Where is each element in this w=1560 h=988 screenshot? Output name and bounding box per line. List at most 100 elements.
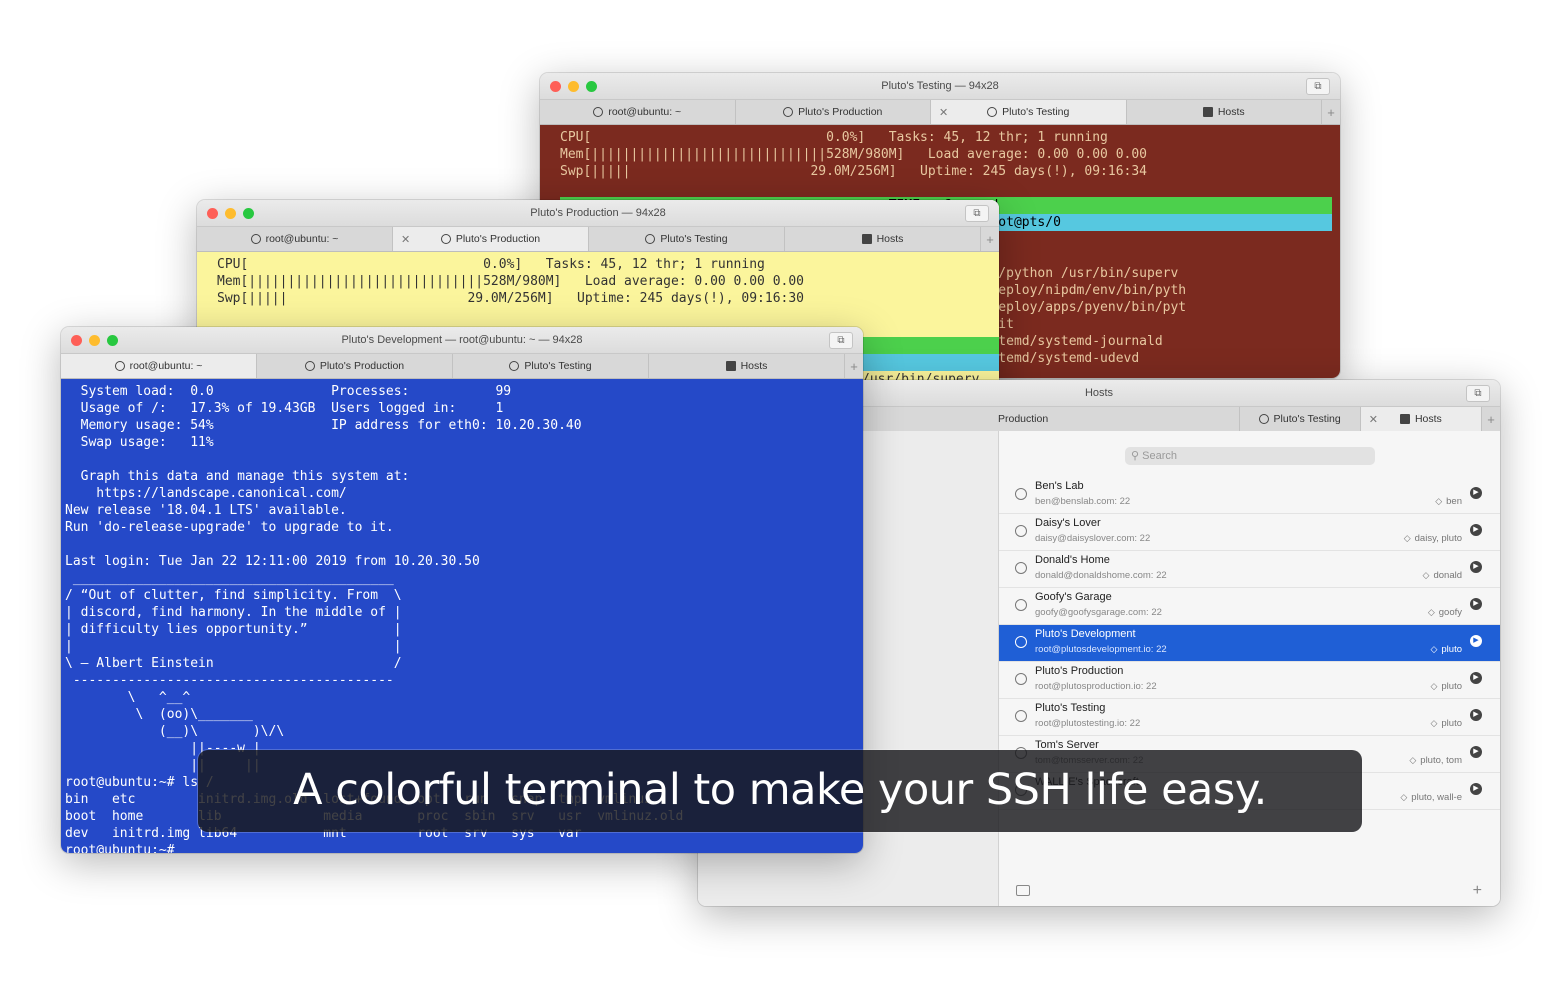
minimize-button[interactable] <box>89 335 100 346</box>
host-name: Donald's Home <box>1035 554 1110 566</box>
host-tags: pluto <box>1430 681 1462 692</box>
host-row[interactable]: Pluto's Production root@plutosproduction.… <box>999 662 1500 699</box>
minimize-button[interactable] <box>225 208 236 219</box>
connect-arrow-icon[interactable]: ▶ <box>1470 672 1482 684</box>
minimize-button[interactable] <box>568 81 579 92</box>
add-tab-button[interactable]: + <box>1322 100 1340 124</box>
host-address: root@plutosproduction.io: 22 <box>1035 681 1157 692</box>
gear-icon <box>1258 414 1269 424</box>
host-tags: goofy <box>1428 607 1462 618</box>
close-tab-icon[interactable]: ✕ <box>401 233 410 246</box>
tab-hosts[interactable]: Hosts <box>1127 100 1322 124</box>
server-icon <box>783 107 794 117</box>
terminal-line: root@ubuntu:~# <box>65 843 183 853</box>
connect-arrow-icon[interactable]: ▶ <box>1470 561 1482 573</box>
tab-bar: root@ubuntu: ~ Pluto's Production Pluto'… <box>61 353 863 379</box>
tab-production[interactable]: Pluto's Production <box>257 354 453 378</box>
restore-icon[interactable]: ⧉ <box>965 205 989 222</box>
add-tab-button[interactable]: + <box>981 227 999 251</box>
terminal-line: | | <box>65 639 402 654</box>
connect-arrow-icon[interactable]: ▶ <box>1470 487 1482 499</box>
tab-testing[interactable]: Pluto's Testing <box>589 227 785 251</box>
host-icon <box>1015 599 1027 611</box>
title-bar: Pluto's Testing — 94x28 ⧉ <box>540 73 1340 99</box>
sidebar-toggle-icon[interactable] <box>1016 885 1030 896</box>
connect-arrow-icon[interactable]: ▶ <box>1470 635 1482 647</box>
zoom-button[interactable] <box>243 208 254 219</box>
connect-arrow-icon[interactable]: ▶ <box>1470 783 1482 795</box>
close-button[interactable] <box>71 335 82 346</box>
gear-icon <box>509 361 520 371</box>
tab-hosts[interactable]: ✕ Hosts <box>1360 407 1482 431</box>
restore-icon[interactable]: ⧉ <box>829 332 853 349</box>
terminal-line: ----------------------------------------… <box>65 673 394 688</box>
tab-testing[interactable]: ✕ Pluto's Testing <box>931 100 1127 124</box>
tab-hosts[interactable]: Hosts <box>785 227 981 251</box>
connect-arrow-icon[interactable]: ▶ <box>1470 746 1482 758</box>
connect-arrow-icon[interactable]: ▶ <box>1470 524 1482 536</box>
restore-icon[interactable]: ⧉ <box>1466 385 1490 402</box>
terminal-line: \ ^__^ <box>65 690 191 705</box>
search-input[interactable]: ⚲ Search <box>1125 447 1375 465</box>
connect-arrow-icon[interactable]: ▶ <box>1470 709 1482 721</box>
terminal-line: / “Out of clutter, find simplicity. From… <box>65 588 402 603</box>
terminal-line: | discord, find harmony. In the middle o… <box>65 605 402 620</box>
restore-icon[interactable]: ⧉ <box>1306 78 1330 95</box>
host-name: Goofy's Garage <box>1035 591 1112 603</box>
hosts-icon <box>1399 414 1410 424</box>
tab-hosts[interactable]: Hosts <box>649 354 845 378</box>
gear-icon <box>645 234 656 244</box>
host-name: Pluto's Development <box>1035 628 1136 640</box>
add-tab-button[interactable]: + <box>1482 407 1500 431</box>
tab-root[interactable]: root@ubuntu: ~ <box>197 227 393 251</box>
tab-production[interactable]: Pluto's Production <box>736 100 931 124</box>
host-tags: pluto <box>1430 644 1462 655</box>
host-address: daisy@daisyslover.com: 22 <box>1035 533 1151 544</box>
host-row[interactable]: Goofy's Garage goofy@goofysgarage.com: 22… <box>999 588 1500 625</box>
host-icon <box>1015 488 1027 500</box>
host-row[interactable]: Daisy's Lover daisy@daisyslover.com: 22 da… <box>999 514 1500 551</box>
terminal-line: Swap usage: 11% <box>65 435 214 450</box>
tab-root[interactable]: root@ubuntu: ~ <box>540 100 736 124</box>
terminal-line: CPU[ 0.0%] Tasks: 45, 12 thr; 1 running <box>217 257 765 272</box>
server-icon <box>440 234 451 244</box>
window-title: Pluto's Testing — 94x28 <box>881 80 999 92</box>
host-icon <box>1015 673 1027 685</box>
terminal-line: (__)\ )\/\ <box>65 724 285 739</box>
process-line <box>862 337 999 354</box>
terminal-line: New release '18.04.1 LTS' available. <box>65 503 347 518</box>
zoom-button[interactable] <box>586 81 597 92</box>
hosts-icon <box>861 234 872 244</box>
host-row[interactable]: Donald's Home donald@donaldshome.com: 22 d… <box>999 551 1500 588</box>
terminal-line: https://landscape.canonical.com/ <box>65 486 347 501</box>
connect-arrow-icon[interactable]: ▶ <box>1470 598 1482 610</box>
terminal-line: Usage of /: 17.3% of 19.43GB Users logge… <box>65 401 504 416</box>
host-icon <box>1015 636 1027 648</box>
tab-testing[interactable]: Pluto's Testing <box>453 354 649 378</box>
window-title: Pluto's Production — 94x28 <box>530 207 666 219</box>
host-name: Pluto's Testing <box>1035 702 1106 714</box>
host-row[interactable]: Ben's Lab ben@benslab.com: 22 ben ▶ <box>999 477 1500 514</box>
close-tab-icon[interactable]: ✕ <box>1369 413 1378 426</box>
host-row[interactable]: Pluto's Development root@plutosdevelopmen… <box>999 625 1500 662</box>
host-icon <box>1015 710 1027 722</box>
zoom-button[interactable] <box>107 335 118 346</box>
ubuntu-icon <box>114 361 125 371</box>
host-name: Daisy's Lover <box>1035 517 1101 529</box>
title-bar: Pluto's Production — 94x28 ⧉ <box>197 200 999 226</box>
terminal-line: Mem[||||||||||||||||||||||||||||||528M/9… <box>217 274 804 289</box>
host-address: root@plutosdevelopment.io: 22 <box>1035 644 1167 655</box>
terminal-line: System load: 0.0 Processes: 99 <box>65 384 512 399</box>
add-host-button[interactable]: + <box>1473 882 1482 900</box>
host-row[interactable]: Pluto's Testing root@plutostesting.io: 22… <box>999 699 1500 736</box>
ubuntu-icon <box>250 234 261 244</box>
close-tab-icon[interactable]: ✕ <box>939 106 948 119</box>
close-button[interactable] <box>207 208 218 219</box>
close-button[interactable] <box>550 81 561 92</box>
tab-testing[interactable]: Pluto's Testing <box>1240 407 1361 431</box>
tab-root[interactable]: root@ubuntu: ~ <box>61 354 257 378</box>
terminal-line: \ (oo)\_______ <box>65 707 253 722</box>
add-tab-button[interactable]: + <box>845 354 863 378</box>
host-name: Pluto's Production <box>1035 665 1124 677</box>
tab-production[interactable]: ✕ Pluto's Production <box>393 227 589 251</box>
